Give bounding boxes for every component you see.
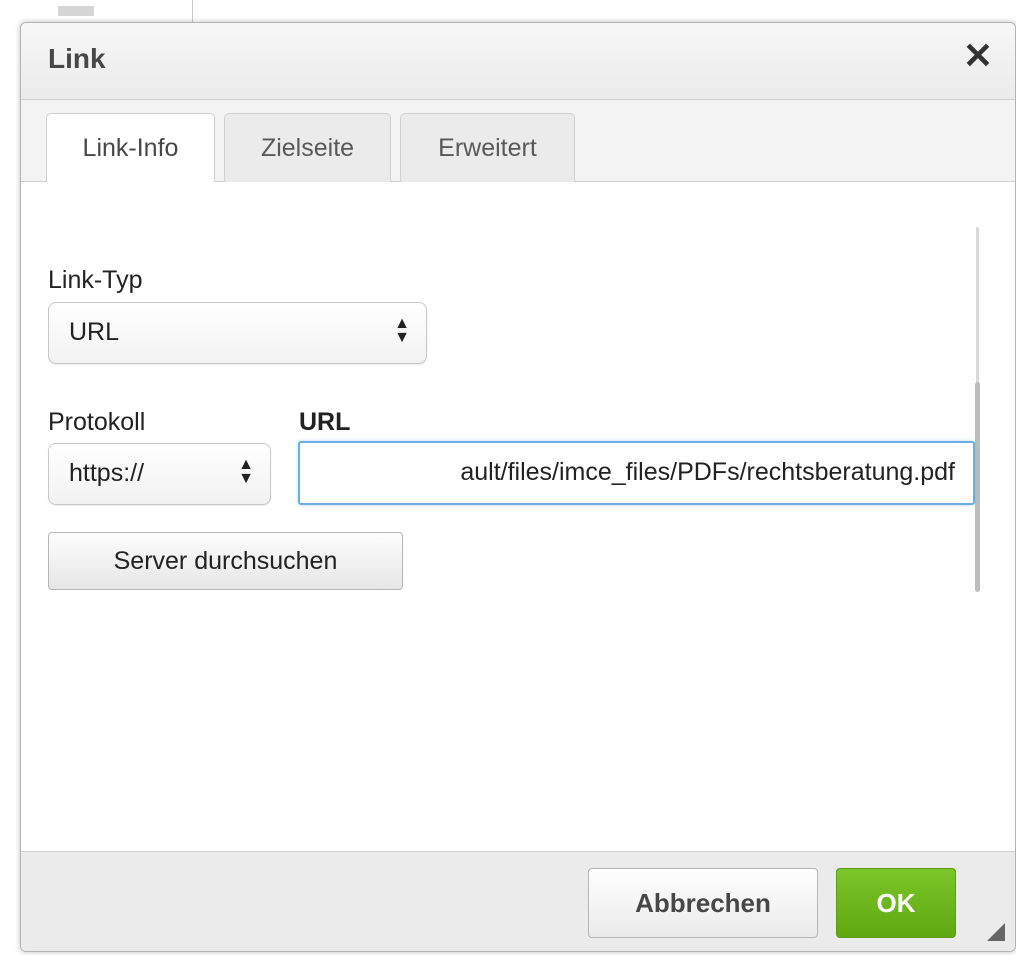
url-input[interactable]: ault/files/imce_files/PDFs/rechtsberatun… — [298, 441, 975, 505]
ok-button[interactable]: OK — [836, 868, 956, 938]
scrollbar-thumb[interactable] — [975, 382, 980, 592]
tab-content: Link-Typ URL ▲ ▼ Protokoll https:// ▲ ▼ UR… — [21, 182, 1015, 852]
link-type-select[interactable]: URL ▲ ▼ — [48, 302, 427, 364]
dialog-title: Link — [48, 43, 106, 74]
link-type-value: URL — [69, 318, 120, 346]
browse-server-button[interactable]: Server durchsuchen — [48, 532, 403, 590]
tab-erweitert[interactable]: Erweitert — [400, 113, 575, 182]
dialog-titlebar[interactable]: Link ✕ — [21, 23, 1015, 100]
tab-bar: Link-Info Zielseite Erweitert — [21, 100, 1015, 184]
protocol-value: https:// — [69, 459, 145, 487]
resize-handle-icon[interactable] — [987, 923, 1005, 941]
updown-arrows-icon: ▲ ▼ — [394, 315, 410, 346]
cancel-button[interactable]: Abbrechen — [588, 868, 818, 938]
protocol-select[interactable]: https:// ▲ ▼ — [48, 443, 271, 505]
url-value: ault/files/imce_files/PDFs/rechtsberatun… — [460, 458, 955, 486]
tab-zielseite[interactable]: Zielseite — [224, 113, 391, 182]
link-type-label: Link-Typ — [48, 266, 143, 294]
background-toolbar-fragment — [52, 0, 193, 22]
url-label: URL — [299, 408, 351, 436]
updown-arrows-icon: ▲ ▼ — [238, 456, 254, 487]
tab-link-info[interactable]: Link-Info — [46, 113, 215, 184]
close-icon[interactable]: ✕ — [959, 37, 997, 75]
dialog-footer: Abbrechen OK — [21, 851, 1015, 951]
link-dialog: Link ✕ Link-Info Zielseite Erweitert Lin… — [20, 22, 1016, 952]
protocol-label: Protokoll — [48, 408, 146, 436]
